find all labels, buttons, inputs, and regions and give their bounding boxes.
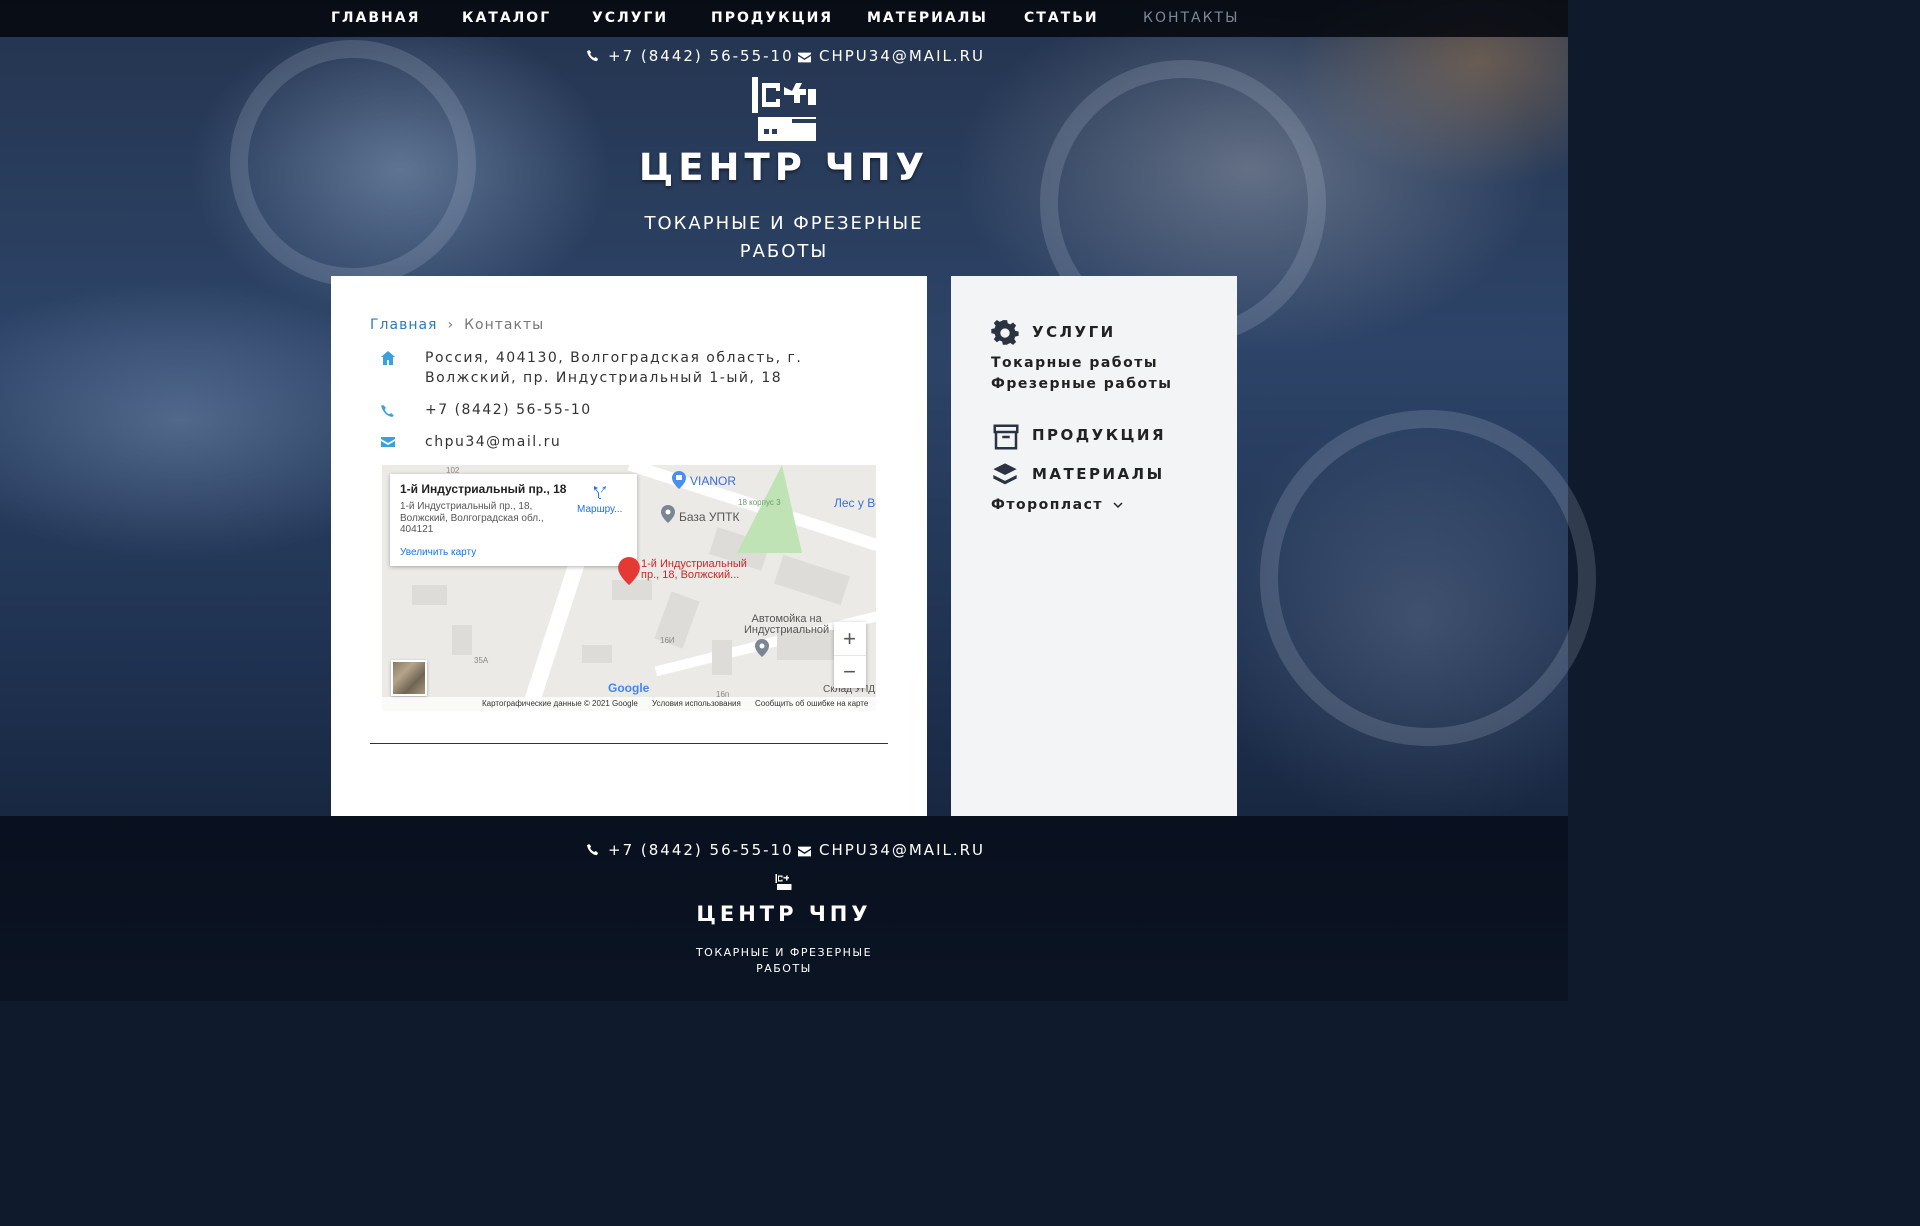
google-logo: Google	[608, 681, 650, 695]
site-subtitle-line2: РАБОТЫ	[739, 241, 829, 262]
footer-subtitle-line1: ТОКАРНЫЕ И ФРЕЗЕРНЫЕ	[695, 946, 873, 959]
map-building	[412, 585, 447, 605]
map-zoom-in-button[interactable]: +	[834, 622, 866, 656]
layers-icon	[993, 463, 1017, 485]
header-email-text: CHPU34@MAIL.RU	[819, 47, 986, 65]
map-building	[712, 640, 732, 675]
sidebar-services-title: УСЛУГИ	[1032, 323, 1116, 341]
footer-title: ЦЕНТР ЧПУ	[696, 902, 872, 926]
envelope-icon	[798, 846, 811, 857]
breadcrumb-current: Контакты	[464, 317, 545, 333]
nav-item-home[interactable]: ГЛАВНАЯ	[331, 10, 420, 26]
map-attribution-bar: Картографические данные © 2021 Google Ус…	[382, 697, 876, 711]
sidebar-link-milling[interactable]: Фрезерные работы	[991, 376, 1172, 392]
contact-address: Россия, 404130, Волгоградская область, г…	[425, 350, 803, 386]
header-email[interactable]: CHPU34@MAIL.RU	[798, 47, 985, 65]
background-machine-detail	[1260, 410, 1596, 746]
map-park-area	[737, 465, 802, 553]
map-report-link[interactable]: Сообщить об ошибке на карте	[755, 699, 868, 708]
map-terms-link[interactable]: Условия использования	[652, 699, 741, 708]
nav-item-services[interactable]: УСЛУГИ	[592, 10, 668, 26]
map-building	[582, 645, 612, 663]
breadcrumb-chevron-icon: ›	[447, 317, 455, 333]
content-divider	[370, 743, 888, 744]
map-poi-forest: Лес у Во	[834, 496, 876, 510]
nav-item-materials[interactable]: МАТЕРИАЛЫ	[867, 10, 988, 26]
map-building	[452, 625, 472, 655]
map-attribution-data: Картографические данные © 2021 Google	[482, 699, 638, 708]
map-poi-baza: База УПТК	[679, 510, 740, 524]
google-map-embed[interactable]: 1-й Индустриальный пр., 18 1-й Индустриа…	[382, 465, 876, 711]
map-poi-vianor: VIANOR	[690, 474, 737, 488]
map-satellite-toggle[interactable]	[391, 660, 427, 696]
directions-icon[interactable]	[592, 484, 608, 500]
nav-item-catalog[interactable]: КАТАЛОГ	[462, 10, 551, 26]
map-poi-carwash-line2: Индустриальной	[744, 624, 830, 636]
map-house-number: 16И	[660, 636, 675, 645]
map-route-link[interactable]: Маршру...	[577, 504, 622, 515]
map-enlarge-link[interactable]: Увеличить карту	[400, 547, 476, 558]
map-poi-carwash: Автомойка на Индустриальной	[744, 614, 829, 636]
footer-subtitle: ТОКАРНЫЕ И ФРЕЗЕРНЫЕ РАБОТЫ	[680, 945, 888, 977]
phone-icon	[586, 50, 599, 62]
footer-email-text: CHPU34@MAIL.RU	[819, 841, 986, 859]
footer-phone-text: +7 (8442) 56-55-10	[608, 841, 794, 859]
phone-icon	[381, 405, 394, 417]
map-place-card: 1-й Индустриальный пр., 18 1-й Индустриа…	[390, 474, 637, 566]
envelope-icon	[798, 52, 811, 63]
nav-item-articles[interactable]: СТАТЬИ	[1024, 10, 1099, 26]
sidebar-link-turning[interactable]: Токарные работы	[991, 355, 1158, 371]
sidebar-link-fluoroplastic[interactable]: Фторопласт	[991, 497, 1123, 513]
map-zoom-out-button[interactable]: −	[834, 655, 866, 688]
sidebar-products-title: ПРОДУКЦИЯ	[1032, 426, 1167, 444]
header-phone-text: +7 (8442) 56-55-10	[608, 47, 794, 65]
cnc-center-logo-icon	[752, 77, 816, 141]
map-place-title: 1-й Индустриальный пр., 18	[400, 482, 567, 496]
envelope-icon	[381, 437, 395, 447]
breadcrumb-home-link[interactable]: Главная	[370, 317, 437, 333]
map-marker-label: 1-й Индустриальный пр., 18, Волжский...	[641, 559, 747, 581]
breadcrumb: Главная › Контакты	[370, 317, 544, 333]
map-location-marker-icon	[618, 557, 640, 585]
gear-icon	[991, 319, 1019, 345]
map-poi-pin-icon	[661, 505, 675, 523]
contacts-content-card: Главная › Контакты Россия, 404130, Волгогр…	[331, 276, 927, 816]
footer-email[interactable]: CHPU34@MAIL.RU	[798, 841, 985, 859]
map-house-number: 102	[446, 466, 460, 475]
footer-logo-icon	[775, 874, 792, 890]
site-subtitle-line1: ТОКАРНЫЕ И ФРЕЗЕРНЫЕ	[644, 213, 924, 234]
map-zoom-controls: + −	[834, 622, 866, 688]
home-icon	[381, 351, 395, 365]
sidebar-fluoroplastic-label: Фторопласт	[991, 497, 1104, 513]
nav-item-contacts[interactable]: КОНТАКТЫ	[1143, 10, 1239, 26]
map-house-number: 35А	[474, 656, 489, 665]
phone-icon	[586, 844, 599, 856]
map-marker-label-line2: пр., 18, Волжский...	[641, 569, 740, 581]
chevron-down-icon	[1113, 502, 1123, 509]
background-machine-detail	[230, 40, 476, 286]
contact-phone[interactable]: +7 (8442) 56-55-10	[425, 400, 895, 420]
sidebar: УСЛУГИ Токарные работы Фрезерные работы …	[951, 276, 1237, 816]
footer-subtitle-line2: РАБОТЫ	[756, 962, 812, 975]
map-place-address: 1-й Индустриальный пр., 18, Волжский, Во…	[400, 501, 544, 535]
footer-phone[interactable]: +7 (8442) 56-55-10	[586, 841, 794, 859]
top-navigation: ГЛАВНАЯ КАТАЛОГ УСЛУГИ ПРОДУКЦИЯ МАТЕРИА…	[0, 0, 1568, 37]
map-building	[774, 554, 850, 606]
site-subtitle: ТОКАРНЫЕ И ФРЕЗЕРНЫЕ РАБОТЫ	[640, 210, 928, 266]
site-title: ЦЕНТР ЧПУ	[638, 146, 930, 189]
nav-item-products[interactable]: ПРОДУКЦИЯ	[711, 10, 833, 26]
sidebar-materials-title: МАТЕРИАЛЫ	[1032, 465, 1165, 483]
contact-email[interactable]: chpu34@mail.ru	[425, 432, 895, 452]
header-phone[interactable]: +7 (8442) 56-55-10	[586, 47, 794, 65]
map-poi-korpus: 18 корпус 3	[738, 498, 781, 507]
map-poi-pin-icon	[672, 471, 686, 489]
archive-box-icon	[993, 424, 1019, 450]
map-poi-pin-icon	[755, 639, 769, 657]
